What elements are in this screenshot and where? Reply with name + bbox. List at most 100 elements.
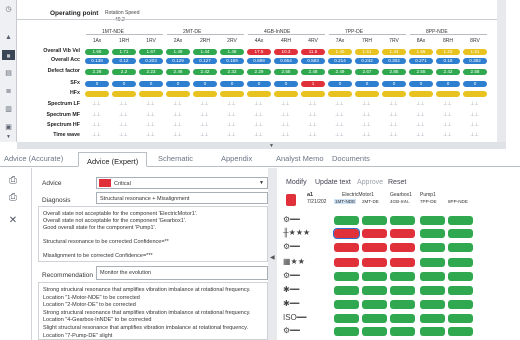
spectrum-thumbnail[interactable]: ⊥⊥ xyxy=(92,132,101,138)
approve-button[interactable]: Approve xyxy=(357,179,383,186)
spectrum-thumbnail[interactable]: ⊥⊥ xyxy=(335,101,344,107)
hfx-cell[interactable] xyxy=(409,91,433,97)
matrix-cell[interactable] xyxy=(390,272,415,281)
spectrum-thumbnail[interactable]: ⊥⊥ xyxy=(470,112,479,118)
matrix-cell[interactable] xyxy=(362,272,387,281)
matrix-cell[interactable] xyxy=(420,327,445,336)
bell-icon[interactable]: ▲ xyxy=(2,32,15,42)
recommendation-field[interactable]: Monitor the evolution xyxy=(96,266,268,280)
grid-scrollbar[interactable] xyxy=(497,0,506,142)
vib-vel-cell[interactable]: 17.5 xyxy=(247,49,271,55)
hfx-cell[interactable] xyxy=(193,91,217,97)
spectrum-thumbnail[interactable]: ⊥⊥ xyxy=(335,122,344,128)
spectrum-thumbnail[interactable]: ⊥⊥ xyxy=(308,122,317,128)
overall-acc-cell[interactable]: 0.18 xyxy=(436,58,460,64)
sfx-cell[interactable]: 0 xyxy=(382,81,406,87)
tab-analyst-memo[interactable]: Analyst Memo xyxy=(276,154,324,163)
defect-factor-cell[interactable]: 2.58 xyxy=(463,69,487,75)
sfx-cell[interactable]: 0 xyxy=(193,81,217,87)
spectrum-thumbnail[interactable]: ⊥⊥ xyxy=(254,112,263,118)
sfx-cell[interactable]: 0 xyxy=(220,81,244,87)
vib-vel-cell[interactable]: 10.3 xyxy=(274,49,298,55)
matrix-cell[interactable] xyxy=(420,243,445,252)
dropdown-chevron-icon[interactable]: ▼ xyxy=(259,180,264,186)
matrix-cell[interactable] xyxy=(362,327,387,336)
spectrum-thumbnail[interactable]: ⊥⊥ xyxy=(92,101,101,107)
matrix-cell[interactable] xyxy=(333,228,360,239)
matrix-cell[interactable] xyxy=(334,286,359,295)
spectrum-thumbnail[interactable]: ⊥⊥ xyxy=(335,112,344,118)
defect-factor-cell[interactable]: 2.33 xyxy=(220,69,244,75)
sfx-cell[interactable]: 0 xyxy=(328,81,352,87)
grid-view-icon[interactable]: ▦ xyxy=(2,50,15,60)
overall-acc-cell[interactable]: 0.138 xyxy=(85,58,109,64)
matrix-cell[interactable] xyxy=(448,300,473,309)
defect-factor-cell[interactable]: 2.55 xyxy=(274,69,298,75)
scroll-down-icon[interactable]: ▼ xyxy=(2,132,15,142)
gear-icon[interactable]: ⚙━━ xyxy=(283,271,300,280)
spectrum-thumbnail[interactable]: ⊥⊥ xyxy=(389,101,398,107)
spectrum-thumbnail[interactable]: ⊥⊥ xyxy=(470,101,479,107)
matrix-cell[interactable] xyxy=(362,229,387,238)
matrix-cell[interactable] xyxy=(390,258,415,267)
spectrum-thumbnail[interactable]: ⊥⊥ xyxy=(416,112,425,118)
location-header[interactable]: 4GB-InN.. xyxy=(390,199,410,204)
spectrum-thumbnail[interactable]: ⊥⊥ xyxy=(443,122,452,128)
spectrum-thumbnail[interactable]: ⊥⊥ xyxy=(470,132,479,138)
matrix-cell[interactable] xyxy=(334,272,359,281)
vib-vel-cell[interactable]: 1.51 xyxy=(355,49,379,55)
defect-factor-cell[interactable]: 2.42 xyxy=(436,69,460,75)
overall-acc-cell[interactable]: 0.699 xyxy=(247,58,271,64)
spectrum-thumbnail[interactable]: ⊥⊥ xyxy=(389,112,398,118)
defect-factor-cell[interactable]: 2.49 xyxy=(328,69,352,75)
spectrum-thumbnail[interactable]: ⊥⊥ xyxy=(227,122,236,128)
vib-vel-cell[interactable]: 1.48 xyxy=(220,49,244,55)
defect-factor-cell[interactable]: 2.42 xyxy=(193,69,217,75)
matrix-cell[interactable] xyxy=(390,216,415,225)
location-header[interactable]: 2MT-DE xyxy=(362,199,379,204)
defect-factor-cell[interactable]: 2.48 xyxy=(301,69,325,75)
hfx-cell[interactable] xyxy=(355,91,379,97)
spectrum-thumbnail[interactable]: ⊥⊥ xyxy=(173,101,182,107)
matrix-cell[interactable] xyxy=(448,327,473,336)
spectrum-thumbnail[interactable]: ⊥⊥ xyxy=(389,122,398,128)
spectrum-thumbnail[interactable]: ⊥⊥ xyxy=(254,101,263,107)
spectrum-thumbnail[interactable]: ⊥⊥ xyxy=(200,132,209,138)
spectrum-thumbnail[interactable]: ⊥⊥ xyxy=(173,132,182,138)
hfx-cell[interactable] xyxy=(247,91,271,97)
hfx-cell[interactable] xyxy=(463,91,487,97)
spectrum-thumbnail[interactable]: ⊥⊥ xyxy=(146,122,155,128)
matrix-cell[interactable] xyxy=(390,243,415,252)
list-icon[interactable]: ≣ xyxy=(2,86,15,96)
sfx-cell[interactable]: 0 xyxy=(139,81,163,87)
pane-splitter[interactable]: ▼ xyxy=(17,142,506,149)
update-text-button[interactable]: Update text xyxy=(315,179,351,186)
matrix-cell[interactable] xyxy=(362,258,387,267)
vib-vel-cell[interactable]: 1.44 xyxy=(382,49,406,55)
matrix-cell[interactable] xyxy=(390,229,415,238)
defect-factor-cell[interactable]: 2.28 xyxy=(85,69,109,75)
spectrum-thumbnail[interactable]: ⊥⊥ xyxy=(281,132,290,138)
spectrum-thumbnail[interactable]: ⊥⊥ xyxy=(227,132,236,138)
vib-vel-cell[interactable]: 1.67 xyxy=(139,49,163,55)
defect-factor-cell[interactable]: 2.67 xyxy=(355,69,379,75)
spectrum-thumbnail[interactable]: ⊥⊥ xyxy=(146,101,155,107)
sfx-cell[interactable]: 0 xyxy=(112,81,136,87)
spectrum-thumbnail[interactable]: ⊥⊥ xyxy=(146,132,155,138)
matrix-cell[interactable] xyxy=(448,229,473,238)
matrix-cell[interactable] xyxy=(334,243,359,252)
matrix-cell[interactable] xyxy=(334,300,359,309)
matrix-cell[interactable] xyxy=(420,314,445,323)
vib-vel-cell[interactable]: 1.66 xyxy=(85,49,109,55)
overall-acc-cell[interactable]: 0.382 xyxy=(463,58,487,64)
hfx-cell[interactable] xyxy=(166,91,190,97)
matrix-cell[interactable] xyxy=(362,300,387,309)
matrix-cell[interactable] xyxy=(448,314,473,323)
overall-acc-cell[interactable]: 0.129 xyxy=(166,58,190,64)
matrix-cell[interactable] xyxy=(420,229,445,238)
hfx-cell[interactable] xyxy=(85,91,109,97)
matrix-cell[interactable] xyxy=(448,286,473,295)
matrix-cell[interactable] xyxy=(390,327,415,336)
matrix-cell[interactable] xyxy=(420,300,445,309)
spectrum-thumbnail[interactable]: ⊥⊥ xyxy=(146,112,155,118)
